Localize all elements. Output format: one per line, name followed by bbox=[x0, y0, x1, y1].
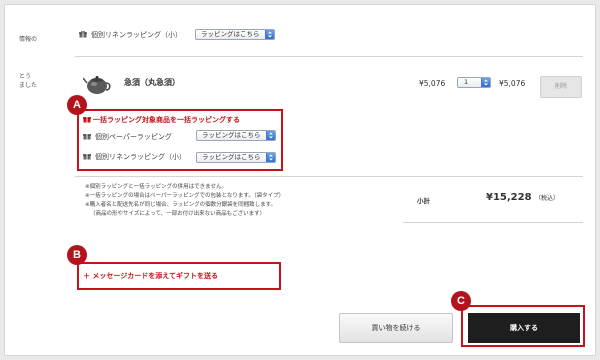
gift-box-icon bbox=[83, 153, 91, 160]
note-line: （商品の形やサイズによって、一部お付け出来ない商品もございます） bbox=[90, 211, 266, 217]
message-card-link[interactable]: ＋ メッセージカードを添えてギフトを送る bbox=[83, 271, 218, 281]
linen-wrap-select[interactable]: ラッピングはこちら bbox=[196, 152, 276, 163]
note-line: ※購入者名と配送先名が同じ場合、ラッピングの個数分銀袋を同梱致します。 bbox=[85, 202, 277, 208]
wrap-option-name: 個別リネンラッピング（小） bbox=[91, 31, 182, 39]
bulk-wrap-link[interactable]: 一括ラッピング対象商品を一括ラッピングする bbox=[93, 115, 240, 125]
callout-badge-a: A bbox=[67, 95, 87, 115]
gift-box-icon bbox=[83, 116, 91, 123]
line-total: ¥5,076 bbox=[499, 79, 526, 88]
wrapping-select-value: ラッピングはこちら bbox=[202, 131, 261, 139]
wrapping-select-value: ラッピングはこちら bbox=[201, 30, 260, 38]
subtotal-label: 小計 bbox=[417, 197, 430, 205]
side-label-3: ました bbox=[19, 82, 38, 89]
divider bbox=[75, 176, 583, 177]
quantity-value: 1 bbox=[464, 78, 469, 86]
product-name: 急須（丸急須） bbox=[124, 78, 180, 87]
teapot-image bbox=[82, 71, 113, 97]
quantity-select[interactable]: 1 bbox=[457, 77, 491, 88]
delete-button[interactable]: 削除 bbox=[540, 76, 582, 98]
callout-badge-c: C bbox=[451, 291, 471, 311]
select-arrows-icon bbox=[481, 78, 490, 87]
wrapping-notes: ※個別ラッピングと一括ラッピングの併用はできません。 ※一括ラッピングの場合はペ… bbox=[85, 183, 284, 219]
paper-wrap-select[interactable]: ラッピングはこちら bbox=[196, 130, 276, 141]
tax-note: （税込） bbox=[535, 195, 560, 202]
select-arrows-icon bbox=[265, 30, 274, 39]
unit-price: ¥5,076 bbox=[419, 79, 446, 88]
purchase-button[interactable]: 購入する bbox=[468, 313, 580, 343]
subtotal-amount: ¥15,228 bbox=[486, 192, 532, 203]
subtotal-value: ¥15,228 （税込） bbox=[486, 192, 559, 203]
select-arrows-icon bbox=[266, 153, 275, 162]
cart-panel: 情報の とう ました 個別リネンラッピング（小） ラッピングはこちら 急須（丸急… bbox=[4, 4, 596, 356]
divider bbox=[75, 56, 583, 57]
wrap-option-name: 個別リネンラッピング（小） bbox=[95, 153, 186, 161]
wrapping-select-value: ラッピングはこちら bbox=[202, 153, 261, 161]
note-line: ※個別ラッピングと一括ラッピングの併用はできません。 bbox=[85, 184, 227, 190]
screenshot-frame: 情報の とう ました 個別リネンラッピング（小） ラッピングはこちら 急須（丸急… bbox=[0, 0, 600, 360]
divider bbox=[403, 222, 583, 223]
callout-badge-b: B bbox=[67, 245, 87, 265]
gift-box-icon bbox=[83, 133, 91, 140]
wrap-option-name: 個別ペーパーラッピング bbox=[95, 133, 172, 141]
side-label-1: 情報の bbox=[19, 36, 38, 43]
select-arrows-icon bbox=[266, 131, 275, 140]
side-label-2: とう bbox=[19, 73, 32, 80]
note-line: ※一括ラッピングの場合はペーパーラッピングでの包装となります。（袋タイプ） bbox=[85, 193, 285, 199]
wrapping-select[interactable]: ラッピングはこちら bbox=[195, 29, 275, 40]
continue-shopping-button[interactable]: 買い物を続ける bbox=[339, 313, 453, 343]
gift-box-icon bbox=[79, 31, 87, 38]
